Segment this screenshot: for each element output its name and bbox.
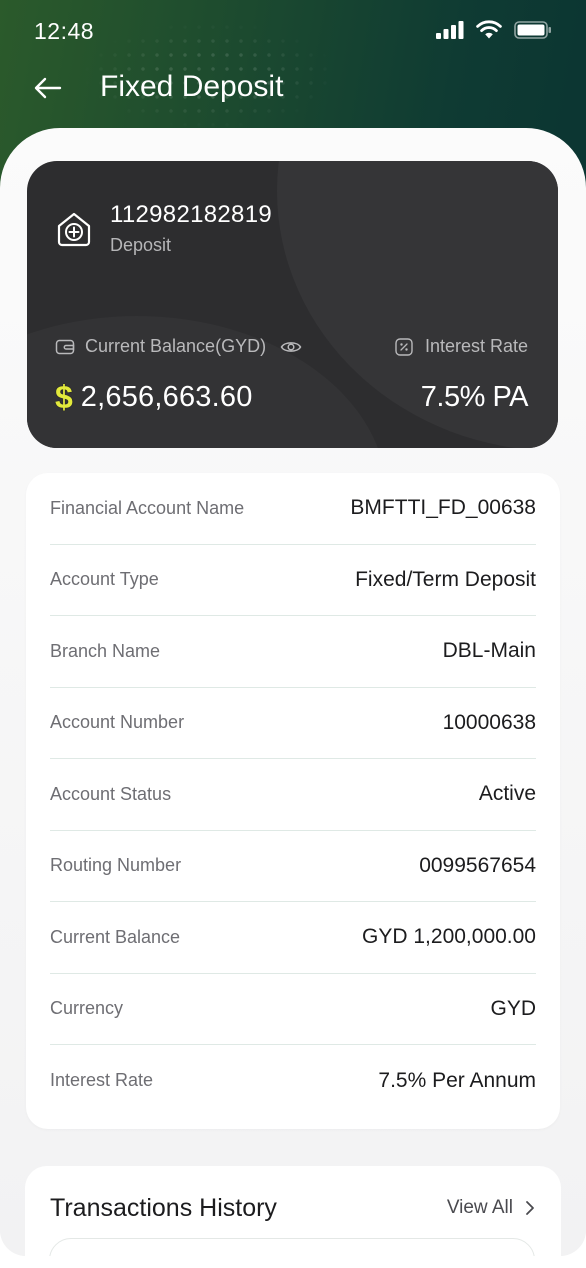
detail-label: Account Status xyxy=(50,783,172,804)
wallet-icon xyxy=(55,339,75,354)
detail-row: Interest Rate 7.5% Per Annum xyxy=(50,1045,536,1117)
chevron-right-icon xyxy=(526,1201,534,1215)
status-time: 12:48 xyxy=(34,18,95,44)
view-all-link[interactable]: View All xyxy=(447,1197,535,1219)
detail-label: Routing Number xyxy=(50,855,182,876)
transactions-title: Transactions History xyxy=(50,1194,277,1222)
percent-badge-icon xyxy=(395,337,413,356)
balance-value: 2,656,663.60 xyxy=(80,381,253,413)
detail-label: Account Type xyxy=(50,569,159,590)
detail-row: Current Balance GYD 1,200,000.00 xyxy=(50,902,536,974)
deposit-icon xyxy=(57,212,91,247)
eye-icon[interactable] xyxy=(280,339,302,355)
cellular-signal-icon xyxy=(436,20,464,39)
phone-screen: 12:48 Fixed Deposit 112982182819 Deposit… xyxy=(0,0,586,1256)
detail-value: GYD xyxy=(490,996,536,1020)
detail-label: Financial Account Name xyxy=(50,497,245,518)
interest-label-row: Interest Rate xyxy=(395,336,528,357)
detail-label: Currency xyxy=(50,998,124,1019)
detail-value: 7.5% Per Annum xyxy=(378,1068,536,1092)
view-all-label: View All xyxy=(446,1197,513,1218)
balance-value-row: $ 2,656,663.60 xyxy=(55,379,253,416)
detail-label: Branch Name xyxy=(50,640,161,661)
transaction-item[interactable] xyxy=(49,1238,535,1256)
back-button[interactable] xyxy=(30,70,66,106)
detail-row: Account Number 10000638 xyxy=(50,688,536,759)
detail-value: Fixed/Term Deposit xyxy=(355,567,536,591)
detail-label: Account Number xyxy=(50,712,185,733)
detail-row: Account Type Fixed/Term Deposit xyxy=(50,545,536,616)
account-details-card: Financial Account Name BMFTTI_FD_00638 A… xyxy=(26,473,560,1129)
arrow-left-icon xyxy=(34,77,62,99)
battery-icon xyxy=(514,20,551,39)
detail-row: Currency GYD xyxy=(50,974,536,1045)
detail-value: BMFTTI_FD_00638 xyxy=(350,496,536,520)
transactions-card: Transactions History View All xyxy=(25,1166,561,1256)
detail-value: GYD 1,200,000.00 xyxy=(362,925,536,949)
dollar-icon: $ xyxy=(55,379,73,415)
balance-card: 112982182819 Deposit Current Balance(GYD… xyxy=(27,161,558,448)
status-bar: 12:48 xyxy=(0,0,586,60)
nav-bar: Fixed Deposit xyxy=(0,62,586,116)
card-account-number: 112982182819 xyxy=(110,201,272,228)
balance-label: Current Balance(GYD) xyxy=(85,336,267,356)
wifi-icon xyxy=(476,20,502,39)
detail-value: 0099567654 xyxy=(419,853,536,877)
detail-value: 10000638 xyxy=(442,710,536,734)
page-title: Fixed Deposit xyxy=(100,70,284,103)
detail-row: Branch Name DBL-Main xyxy=(50,616,536,688)
detail-value: Active xyxy=(478,782,536,806)
detail-label: Interest Rate xyxy=(50,1070,154,1091)
detail-value: DBL-Main xyxy=(442,639,536,663)
detail-row: Routing Number 0099567654 xyxy=(50,831,536,902)
interest-rate-label: Interest Rate xyxy=(424,336,528,356)
detail-row: Financial Account Name BMFTTI_FD_00638 xyxy=(50,473,536,545)
detail-row: Account Status Active xyxy=(50,759,536,831)
interest-rate-value: 7.5% PA xyxy=(420,381,529,413)
detail-label: Current Balance xyxy=(50,926,181,947)
card-account-type: Deposit xyxy=(110,235,172,255)
status-icons xyxy=(436,20,552,39)
balance-label-row: Current Balance(GYD) xyxy=(55,336,302,357)
